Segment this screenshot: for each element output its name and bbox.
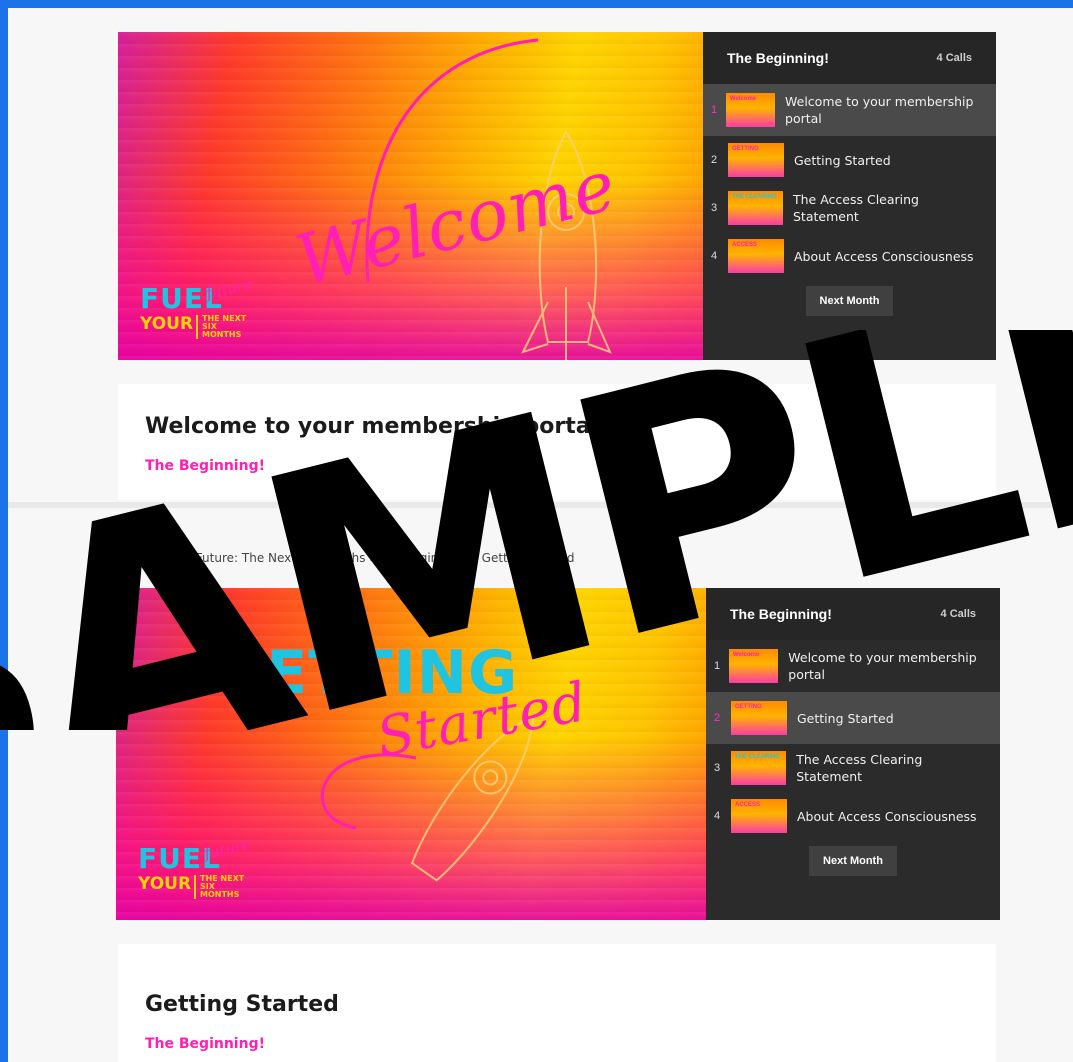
playlist-item-1[interactable]: 1 Welcome Welcome to your membership por… [703,84,996,136]
video-info-card-1: Welcome to your membership portal The Be… [118,384,996,500]
section-divider [8,502,1073,508]
item-number: 4 [714,810,721,822]
video-player-getting-started[interactable]: GETTING Started FUEL YOUR THE NEXT SIX M… [116,588,706,920]
item-thumbnail: Welcome [728,649,779,683]
item-thumbnail: GETTING [728,143,784,177]
breadcrumb[interactable]: Fuel Your Future: The Next Six Months › … [138,551,574,565]
playlist-header: The Beginning! 4 Calls [706,588,1000,640]
next-month-button[interactable]: Next Month [805,286,894,316]
playlist-title: The Beginning! [730,606,832,622]
item-label: Getting Started [794,152,891,168]
next-month-button[interactable]: Next Month [809,846,897,876]
item-thumbnail: ACCESS [728,239,784,273]
item-thumbnail: GETTING [731,701,787,735]
item-number: 1 [714,660,721,672]
playlist-count: 4 Calls [940,608,976,620]
playlist-item-2[interactable]: 2 GETTING Getting Started [703,136,996,184]
item-label: About Access Consciousness [794,248,974,264]
item-label: The Access Clearing Statement [796,752,923,784]
item-thumbnail: THE CLEARING [730,751,787,785]
video-player-welcome[interactable]: Welcome FUEL YOUR THE NEXT SIX MONTHS fu… [118,32,703,360]
playlist-item-4[interactable]: 4 ACCESS About Access Consciousness [703,232,996,280]
item-number: 2 [714,712,721,724]
playlist-panel-1: The Beginning! 4 Calls 1 Welcome Welcome… [703,32,996,360]
video-info-card-2: Getting Started The Beginning! [118,944,996,1062]
item-label: The Access Clearing Statement [792,192,919,224]
playlist-item-3[interactable]: 3 THE CLEARING The Access Clearing State… [706,744,1000,792]
item-thumbnail: Welcome [725,93,776,127]
item-thumbnail: THE CLEARING [727,191,783,225]
playlist-title: The Beginning! [727,50,829,66]
playlist-item-2[interactable]: 2 GETTING Getting Started [706,692,1000,744]
item-label: Welcome to your membership portal [785,94,974,126]
item-number: 3 [714,762,721,774]
item-label: Getting Started [797,710,894,726]
item-thumbnail: ACCESS [731,799,787,833]
item-number: 2 [711,154,718,166]
item-number: 1 [711,104,718,116]
fuel-logo: FUEL YOUR THE NEXT SIX MONTHS future [140,275,260,342]
video-title: Welcome to your membership portal [145,414,599,439]
logo-tagline: THE NEXT SIX MONTHS [194,875,246,899]
playlist-panel-2: The Beginning! 4 Calls 1 Welcome Welcome… [706,588,1000,920]
item-number: 3 [711,202,718,214]
item-number: 4 [711,250,718,262]
fuel-logo: FUEL YOUR THE NEXT SIX MONTHS future [138,835,258,902]
logo-tagline: THE NEXT SIX MONTHS [196,315,248,339]
playlist-item-1[interactable]: 1 Welcome Welcome to your membership por… [706,640,1000,692]
logo-your: YOUR [140,314,194,334]
logo-your: YOUR [138,874,192,894]
playlist-item-4[interactable]: 4 ACCESS About Access Consciousness [706,792,1000,840]
video-title: Getting Started [145,992,339,1017]
video-category: The Beginning! [145,458,265,474]
playlist-header: The Beginning! 4 Calls [703,32,996,84]
video-category: The Beginning! [145,1036,265,1052]
page-frame: Welcome FUEL YOUR THE NEXT SIX MONTHS fu… [8,8,1073,1062]
playlist-count: 4 Calls [936,52,972,64]
item-label: Welcome to your membership portal [788,650,977,682]
item-label: About Access Consciousness [797,808,977,824]
playlist-item-3[interactable]: 3 THE CLEARING The Access Clearing State… [703,184,996,232]
